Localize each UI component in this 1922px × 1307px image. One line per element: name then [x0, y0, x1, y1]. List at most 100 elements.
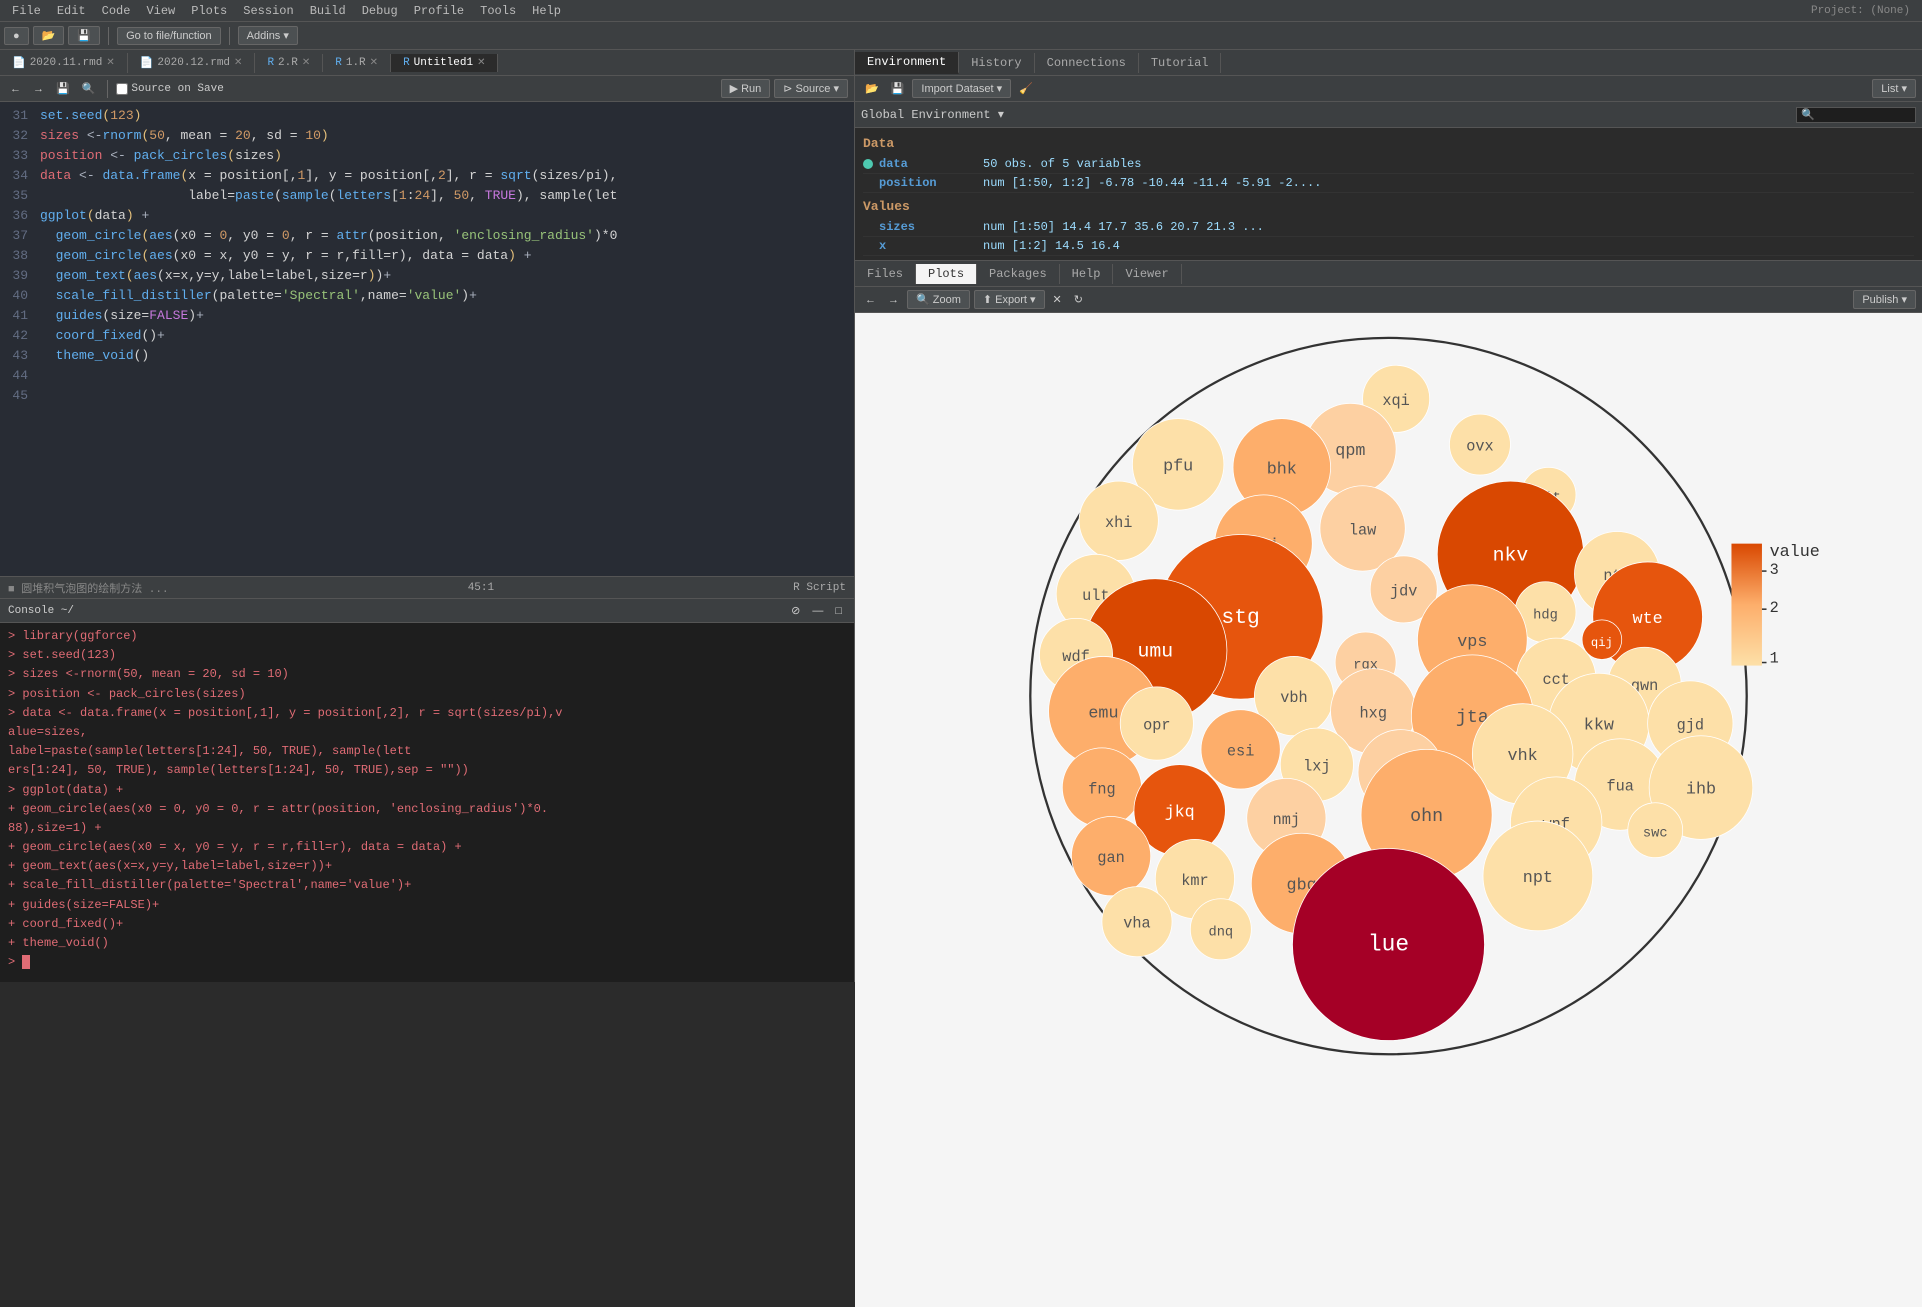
svg-text:ohn: ohn: [1410, 807, 1443, 827]
source-on-save-check[interactable]: [116, 83, 128, 95]
env-search-input[interactable]: [1796, 107, 1916, 123]
run-btn[interactable]: ▶ Run: [721, 79, 771, 98]
menu-edit[interactable]: Edit: [49, 2, 94, 20]
menu-file[interactable]: File: [4, 2, 49, 20]
svg-text:esi: esi: [1227, 743, 1254, 761]
plot-tabs: Files Plots Packages Help Viewer: [855, 261, 1922, 287]
next-plot-btn[interactable]: →: [884, 292, 903, 308]
file-type: R Script: [793, 582, 846, 594]
main-layout: 📄 2020.11.rmd ✕ 📄 2020.12.rmd ✕ R 2.R ✕ …: [0, 50, 1922, 982]
svg-text:xhi: xhi: [1105, 514, 1132, 532]
tab-packages[interactable]: Packages: [977, 264, 1060, 284]
env-row-data[interactable]: data 50 obs. of 5 variables: [863, 155, 1914, 174]
env-row-x[interactable]: x num [1:2] 14.5 16.4: [863, 237, 1914, 256]
env-row-position[interactable]: position num [1:50, 1:2] -6.78 -10.44 -1…: [863, 174, 1914, 193]
svg-text:vps: vps: [1457, 633, 1487, 652]
menu-tools[interactable]: Tools: [472, 2, 524, 20]
console-panel[interactable]: > library(ggforce) > set.seed(123) > siz…: [0, 622, 854, 982]
console-clear-btn[interactable]: ⊘: [787, 602, 804, 619]
code-line-41: 41 guides(size=FALSE)+: [0, 306, 854, 326]
menu-build[interactable]: Build: [302, 2, 354, 20]
list-view-btn[interactable]: List ▾: [1872, 79, 1916, 98]
clear-env-btn[interactable]: 🧹: [1015, 80, 1037, 97]
svg-text:ovx: ovx: [1466, 438, 1493, 456]
svg-text:emu: emu: [1088, 704, 1118, 723]
tab-2r[interactable]: R 2.R ✕: [255, 54, 323, 72]
go-to-file-btn[interactable]: Go to file/function: [117, 27, 221, 45]
back-btn[interactable]: ←: [6, 81, 25, 97]
open-btn[interactable]: 📂: [33, 26, 65, 45]
export-btn[interactable]: ⬆ Export ▾: [974, 290, 1045, 309]
svg-text:gjd: gjd: [1677, 717, 1704, 735]
code-line-34: 34 data <- data.frame(x = position[,1], …: [0, 166, 854, 186]
code-editor[interactable]: 31 set.seed(123) 32 sizes <-rnorm(50, me…: [0, 102, 854, 576]
save-env-btn[interactable]: 💾: [887, 80, 909, 97]
load-btn[interactable]: 📂: [861, 80, 883, 97]
editor-title: ■ 圆堆积气泡图的绘制方法 ...: [8, 580, 169, 596]
tab-environment[interactable]: Environment: [855, 52, 959, 74]
values-section-title: Values: [863, 199, 1914, 214]
tab-connections[interactable]: Connections: [1035, 53, 1139, 73]
tab-viewer[interactable]: Viewer: [1113, 264, 1181, 284]
plot-content: xqi ovx slt qpm bhk pfu xhi nkv ntw law …: [855, 313, 1922, 1307]
menu-plots[interactable]: Plots: [183, 2, 235, 20]
import-dataset-btn[interactable]: Import Dataset ▾: [912, 79, 1011, 98]
env-toolbar: 📂 💾 Import Dataset ▾ 🧹 List ▾: [855, 76, 1922, 102]
tab-2020-11[interactable]: 📄 2020.11.rmd ✕: [0, 53, 128, 73]
code-line-45: 45: [0, 386, 854, 406]
publish-btn[interactable]: Publish ▾: [1853, 290, 1916, 309]
code-line-42: 42 coord_fixed()+: [0, 326, 854, 346]
svg-text:xqi: xqi: [1382, 392, 1409, 410]
find-btn[interactable]: 🔍: [78, 80, 100, 97]
svg-text:kmr: kmr: [1181, 872, 1208, 890]
tab-1r[interactable]: R 1.R ✕: [323, 54, 391, 72]
console-minimize-btn[interactable]: —: [808, 602, 827, 619]
file-tabs: 📄 2020.11.rmd ✕ 📄 2020.12.rmd ✕ R 2.R ✕ …: [0, 50, 854, 76]
tab-history[interactable]: History: [959, 53, 1034, 73]
console-maximize-btn[interactable]: □: [831, 602, 846, 619]
svg-text:fua: fua: [1606, 778, 1633, 796]
delete-plot-btn[interactable]: ✕: [1049, 291, 1066, 308]
console-line: alue=sizes,: [8, 723, 846, 742]
svg-text:vhk: vhk: [1508, 747, 1538, 766]
zoom-btn[interactable]: 🔍 Zoom: [907, 290, 970, 309]
menu-session[interactable]: Session: [235, 2, 301, 20]
menu-view[interactable]: View: [138, 2, 183, 20]
source-btn[interactable]: ⊳ Source ▾: [774, 79, 848, 98]
refresh-btn[interactable]: ↻: [1070, 291, 1087, 308]
svg-text:hxg: hxg: [1360, 704, 1387, 722]
tab-untitled1[interactable]: R Untitled1 ✕: [391, 54, 498, 72]
console-line: ers[1:24], 50, TRUE), sample(letters[1:2…: [8, 761, 846, 780]
console-line: > data <- data.frame(x = position[,1], y…: [8, 704, 846, 723]
svg-text:2: 2: [1770, 599, 1779, 617]
env-row-sizes[interactable]: sizes num [1:50] 14.4 17.7 35.6 20.7 21.…: [863, 218, 1914, 237]
menu-code[interactable]: Code: [94, 2, 139, 20]
new-file-btn[interactable]: ●: [4, 27, 29, 45]
console-line: > position <- pack_circles(sizes): [8, 685, 846, 704]
svg-text:1: 1: [1770, 650, 1779, 668]
svg-text:wte: wte: [1633, 610, 1663, 629]
console-line: 88),size=1) +: [8, 819, 846, 838]
console-line: > library(ggforce): [8, 627, 846, 646]
prev-plot-btn[interactable]: ←: [861, 292, 880, 308]
svg-text:nkv: nkv: [1493, 544, 1529, 566]
source-on-save-label: Source on Save: [116, 83, 223, 95]
tab-plots[interactable]: Plots: [916, 264, 977, 284]
menu-help[interactable]: Help: [524, 2, 569, 20]
tab-tutorial[interactable]: Tutorial: [1139, 53, 1222, 73]
right-panel: Environment History Connections Tutorial…: [855, 50, 1922, 982]
addins-btn[interactable]: Addins ▾: [238, 26, 298, 45]
console-line: > set.seed(123): [8, 646, 846, 665]
svg-text:pfu: pfu: [1163, 457, 1193, 476]
forward-btn[interactable]: →: [29, 81, 48, 97]
console-line: + geom_text(aes(x=x,y=y,label=label,size…: [8, 857, 846, 876]
circle-packing-viz: xqi ovx slt qpm bhk pfu xhi nkv ntw law …: [855, 313, 1922, 1307]
save-editor-btn[interactable]: 💾: [52, 80, 74, 97]
tab-files[interactable]: Files: [855, 264, 916, 284]
left-panel: 📄 2020.11.rmd ✕ 📄 2020.12.rmd ✕ R 2.R ✕ …: [0, 50, 855, 982]
menu-debug[interactable]: Debug: [354, 2, 406, 20]
save-btn[interactable]: 💾: [68, 26, 100, 45]
tab-2020-12[interactable]: 📄 2020.12.rmd ✕: [128, 53, 256, 73]
tab-help[interactable]: Help: [1060, 264, 1114, 284]
menu-profile[interactable]: Profile: [406, 2, 472, 20]
